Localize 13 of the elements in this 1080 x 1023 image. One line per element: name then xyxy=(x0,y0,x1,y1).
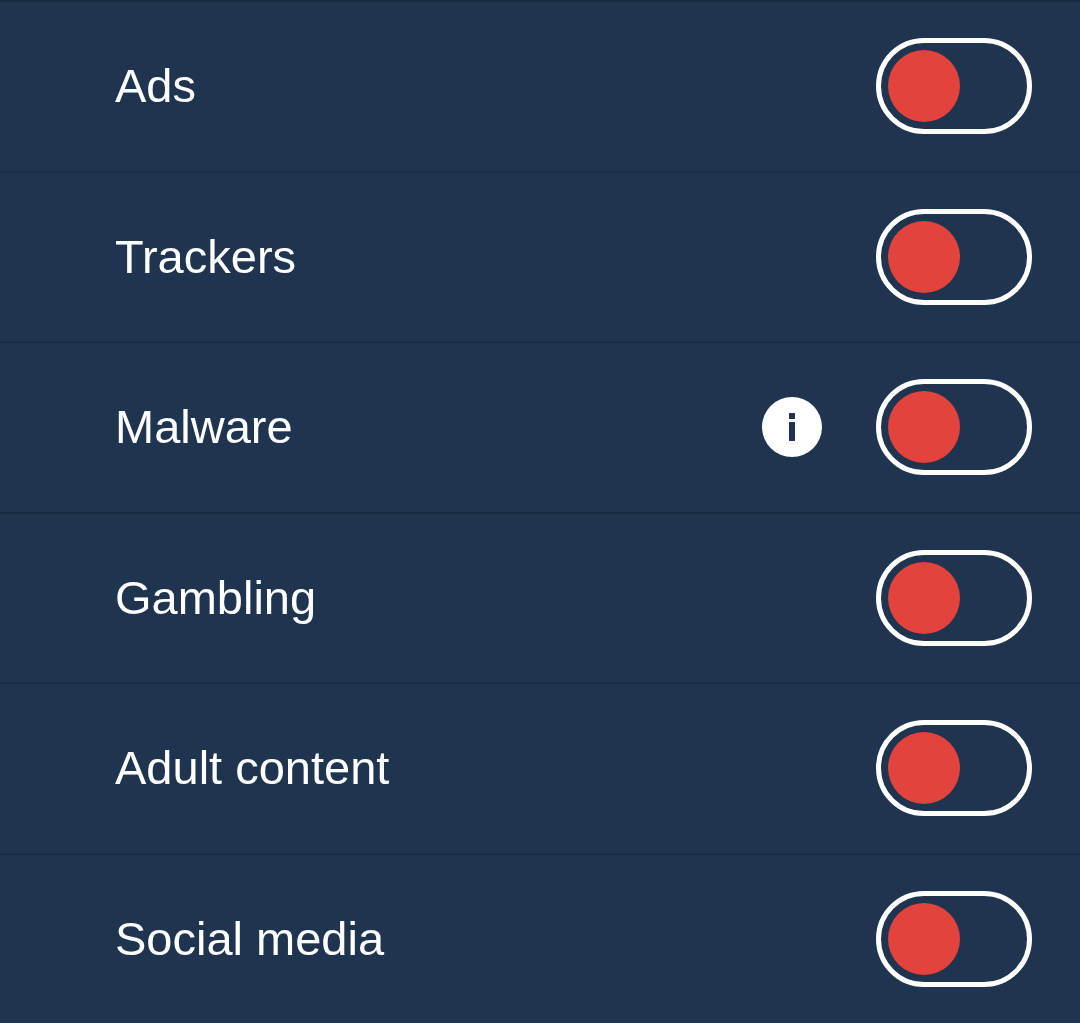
row-label: Trackers xyxy=(115,228,297,285)
row-label: Malware xyxy=(115,399,293,456)
toggle-switch[interactable] xyxy=(876,549,1032,646)
row-label: Adult content xyxy=(115,740,390,797)
toggle-switch[interactable] xyxy=(876,379,1032,476)
toggle-switch[interactable] xyxy=(876,720,1032,817)
row-label: Ads xyxy=(115,58,196,115)
row-label: Social media xyxy=(115,910,385,967)
row-label: Gambling xyxy=(115,569,317,626)
info-icon[interactable] xyxy=(762,397,822,458)
toggle-switch[interactable] xyxy=(876,208,1032,305)
toggle-switch[interactable] xyxy=(876,38,1032,135)
toggle-switch[interactable] xyxy=(876,890,1032,987)
